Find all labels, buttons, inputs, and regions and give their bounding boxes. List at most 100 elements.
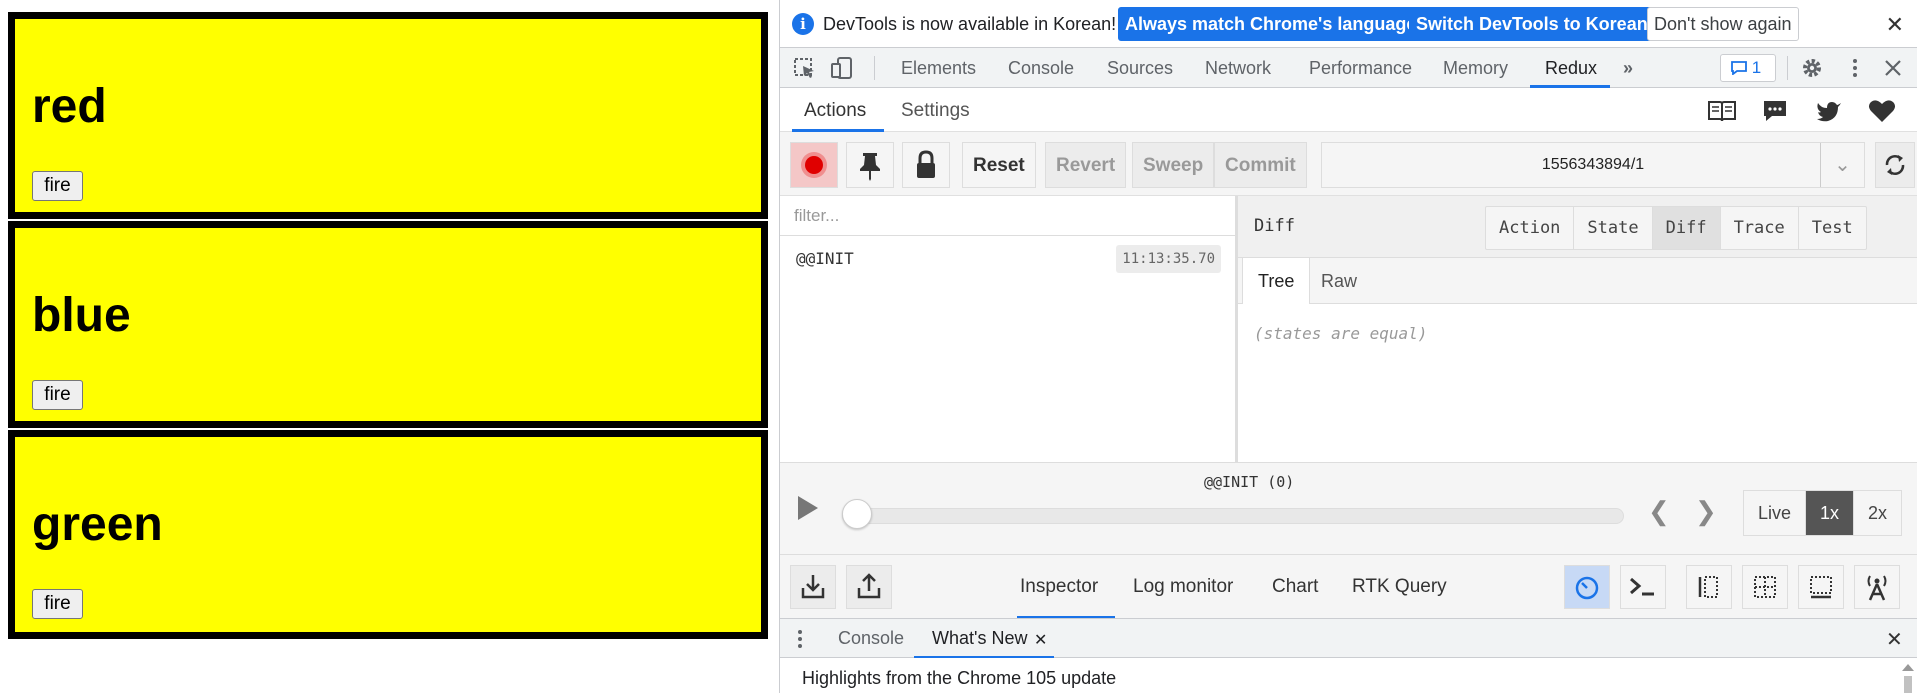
record-icon — [801, 152, 827, 178]
speed-1x-button[interactable]: 1x — [1806, 491, 1855, 535]
slider-thumb[interactable] — [842, 499, 872, 529]
devtools-panel: i DevTools is now available in Korean! A… — [779, 0, 1917, 693]
terminal-icon — [1630, 577, 1654, 596]
mode-state-button[interactable]: State — [1574, 207, 1653, 249]
tab-raw[interactable]: Raw — [1306, 258, 1372, 304]
device-toolbar-icon[interactable] — [830, 57, 854, 79]
close-tab-icon[interactable]: ✕ — [1034, 630, 1047, 650]
commit-button[interactable]: Commit — [1214, 142, 1307, 188]
tab-sources[interactable]: Sources — [1107, 58, 1173, 79]
tab-chart[interactable]: Chart — [1272, 576, 1318, 598]
toolbar-divider — [1787, 56, 1788, 80]
inspect-element-icon[interactable] — [793, 57, 817, 79]
play-icon[interactable] — [798, 496, 818, 520]
tab-actions[interactable]: Actions — [804, 100, 866, 122]
diff-header: Diff Action State Diff Trace Test — [1238, 196, 1917, 258]
chevron-left-icon[interactable]: ❮ — [1648, 496, 1670, 527]
lock-button[interactable] — [902, 142, 950, 188]
chevron-right-icon[interactable]: ❯ — [1695, 496, 1717, 527]
slider-area: @@INIT (0) ❮ ❯ Live 1x 2x — [780, 462, 1917, 554]
instance-select[interactable]: 1556343894/1 ⌄ — [1321, 142, 1865, 188]
record-button[interactable] — [790, 142, 838, 188]
lock-icon — [917, 150, 935, 178]
refresh-button[interactable] — [1875, 142, 1915, 188]
gear-icon[interactable] — [1800, 57, 1824, 79]
tab-settings[interactable]: Settings — [901, 100, 970, 122]
tab-tree[interactable]: Tree — [1242, 258, 1311, 304]
issues-count: 1 — [1751, 58, 1762, 77]
close-icon[interactable]: ✕ — [1886, 12, 1904, 38]
border-bottom-icon — [1810, 576, 1832, 599]
more-vert-icon[interactable] — [1843, 57, 1867, 79]
action-row[interactable]: @@INIT 11:13:35.70 — [780, 236, 1235, 280]
always-match-language-button[interactable]: Always match Chrome's language — [1118, 7, 1424, 41]
fire-button[interactable]: fire — [32, 589, 83, 619]
scroll-up-icon[interactable] — [1902, 664, 1914, 671]
reset-button[interactable]: Reset — [962, 142, 1036, 188]
tab-performance[interactable]: Performance — [1309, 58, 1412, 79]
border-all-icon — [1754, 576, 1776, 598]
inspected-page: red fire blue fire green fire — [0, 0, 779, 693]
tab-redux[interactable]: Redux — [1545, 58, 1597, 79]
slider-track[interactable] — [842, 508, 1624, 524]
tab-rtk-query[interactable]: RTK Query — [1352, 576, 1447, 598]
upload-icon — [857, 573, 881, 599]
fire-button[interactable]: fire — [32, 380, 83, 410]
broadcast-icon — [1867, 575, 1887, 601]
sweep-button[interactable]: Sweep — [1132, 142, 1215, 188]
action-name: @@INIT — [796, 249, 854, 268]
speed-live-button[interactable]: Live — [1744, 491, 1807, 535]
mode-action-button[interactable]: Action — [1486, 207, 1575, 249]
color-box-red: red fire — [8, 12, 768, 219]
fire-button[interactable]: fire — [32, 171, 83, 201]
pin-button[interactable] — [846, 142, 894, 188]
tab-log-monitor[interactable]: Log monitor — [1133, 576, 1233, 598]
heart-icon[interactable] — [1867, 98, 1897, 124]
tab-inspector[interactable]: Inspector — [1020, 576, 1098, 598]
instance-value: 1556343894/1 — [1541, 156, 1645, 173]
action-list: @@INIT 11:13:35.70 — [780, 196, 1238, 462]
filter-input[interactable] — [780, 196, 1235, 236]
remote-button[interactable] — [1854, 565, 1900, 609]
book-icon[interactable] — [1707, 98, 1737, 124]
mode-trace-button[interactable]: Trace — [1721, 207, 1799, 249]
message-icon — [1731, 61, 1747, 76]
drawer-tab-console[interactable]: Console — [838, 628, 904, 649]
mode-diff-button[interactable]: Diff — [1652, 207, 1721, 249]
whats-new-content: Highlights from the Chrome 105 update — [780, 658, 1917, 693]
border-left-icon — [1698, 576, 1718, 598]
tab-console[interactable]: Console — [1008, 58, 1074, 79]
speed-group: Live 1x 2x — [1743, 490, 1903, 536]
chart-toggle-button[interactable] — [1798, 565, 1844, 609]
close-devtools-icon[interactable] — [1881, 57, 1905, 79]
import-button[interactable] — [790, 565, 836, 609]
tab-elements[interactable]: Elements — [901, 58, 976, 79]
chat-icon[interactable] — [1760, 98, 1790, 124]
view-tabs: Tree Raw — [1238, 258, 1917, 304]
info-icon: i — [792, 13, 814, 35]
download-icon — [801, 575, 825, 599]
revert-button[interactable]: Revert — [1045, 142, 1127, 188]
export-button[interactable] — [846, 565, 892, 609]
dont-show-again-button[interactable]: Don't show again — [1647, 7, 1799, 41]
dispatcher-button[interactable] — [1620, 565, 1666, 609]
language-infobar: i DevTools is now available in Korean! A… — [780, 0, 1917, 48]
tab-memory[interactable]: Memory — [1443, 58, 1508, 79]
drawer-tab-whats-new[interactable]: What's New — [932, 628, 1027, 649]
mode-test-button[interactable]: Test — [1799, 207, 1866, 249]
close-drawer-icon[interactable]: ✕ — [1886, 627, 1903, 652]
dispatch-timer-button[interactable] — [1564, 565, 1610, 609]
issues-badge[interactable]: 1 — [1720, 54, 1776, 82]
twitter-icon[interactable] — [1814, 98, 1844, 124]
diff-panel: Diff Action State Diff Trace Test Tree R… — [1238, 196, 1917, 462]
color-heading: green — [32, 498, 163, 551]
log-toggle-button[interactable] — [1742, 565, 1788, 609]
switch-to-korean-button[interactable]: Switch DevTools to Korean — [1409, 7, 1655, 41]
speed-2x-button[interactable]: 2x — [1854, 491, 1901, 535]
double-chevron-right-icon[interactable]: » — [1623, 58, 1633, 79]
slider-toggle-button[interactable] — [1686, 565, 1732, 609]
slider-label: @@INIT (0) — [1204, 473, 1295, 491]
scrollbar-thumb[interactable] — [1904, 676, 1912, 693]
tab-network[interactable]: Network — [1205, 58, 1271, 79]
more-vert-icon[interactable] — [794, 628, 806, 650]
